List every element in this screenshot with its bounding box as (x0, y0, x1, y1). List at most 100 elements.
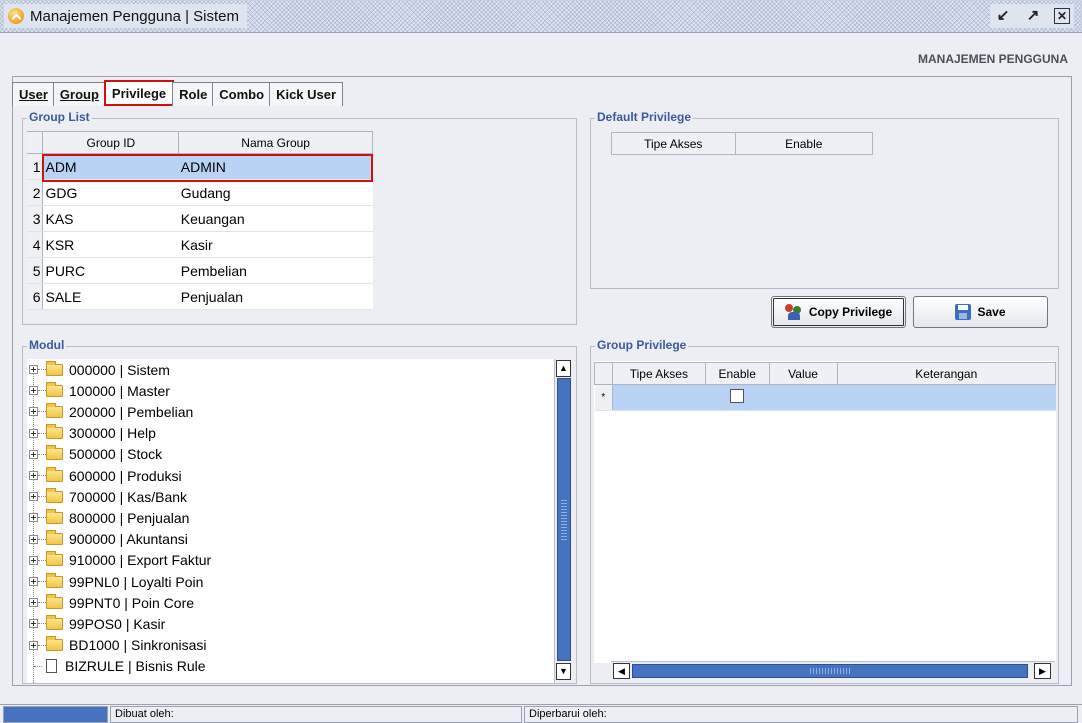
table-row[interactable]: 1 ADM ADMIN (27, 153, 373, 180)
tab-group[interactable]: Group (52, 82, 106, 106)
tree-connector (38, 538, 46, 540)
expand-plus-icon[interactable] (29, 577, 38, 586)
group-id-cell[interactable]: ADM (42, 153, 179, 180)
expand-plus-icon[interactable] (29, 492, 38, 502)
expand-plus-icon[interactable] (29, 449, 38, 459)
tree-item[interactable]: 99PNT0 | Poin Core (27, 592, 194, 613)
table-row[interactable]: 3 KAS Keuangan (27, 205, 373, 232)
tab-privilege[interactable]: Privilege (103, 80, 175, 106)
file-icon (46, 659, 57, 674)
scroll-down-icon[interactable]: ▼ (556, 663, 571, 680)
keterangan-cell[interactable] (837, 384, 1056, 411)
close-icon[interactable]: ✕ (1054, 8, 1070, 24)
column-header-tipe-akses[interactable]: Tipe Akses (611, 132, 736, 155)
expand-plus-icon[interactable] (29, 619, 38, 629)
tree-item[interactable]: 000000 | Sistem (27, 359, 170, 380)
column-header-nama-group[interactable]: Nama Group (178, 131, 373, 154)
column-header-value[interactable]: Value (768, 362, 838, 385)
expand-plus-icon[interactable] (29, 386, 38, 396)
scrollbar-thumb[interactable] (557, 378, 571, 661)
scroll-right-icon[interactable]: ▶ (1034, 663, 1051, 679)
tab-role[interactable]: Role (172, 82, 215, 106)
expand-plus-icon[interactable] (29, 428, 38, 438)
tree-item[interactable]: 99PNL0 | Loyalti Poin (27, 571, 203, 592)
expand-plus-icon[interactable] (29, 513, 38, 523)
folder-icon (46, 381, 63, 397)
tree-item[interactable]: 600000 | Produksi (27, 465, 182, 486)
tree-connector (38, 432, 46, 434)
group-privilege-horizontal-scrollbar[interactable]: ◀ ▶ (611, 661, 1055, 680)
copy-privilege-label: Copy Privilege (808, 305, 893, 319)
tree-item[interactable]: 500000 | Stock (27, 444, 162, 465)
group-name-cell[interactable]: Kasir (178, 231, 373, 258)
expand-plus-icon[interactable] (29, 598, 38, 608)
group-id-cell[interactable]: KSR (42, 231, 179, 258)
group-name-cell[interactable]: Keuangan (178, 205, 373, 232)
group-id-cell[interactable]: PURC (42, 257, 179, 284)
folder-icon (46, 360, 63, 376)
tree-item[interactable]: BD1000 | Sinkronisasi (27, 635, 206, 656)
scroll-left-icon[interactable]: ◀ (613, 663, 630, 679)
tree-item[interactable]: 900000 | Akuntansi (27, 529, 188, 550)
tree-item[interactable]: 910000 | Export Faktur (27, 550, 211, 571)
folder-icon (46, 636, 63, 652)
scroll-up-icon[interactable]: ▲ (556, 360, 571, 377)
tree-item[interactable]: 800000 | Penjualan (27, 507, 189, 528)
group-name-cell[interactable]: Gudang (178, 179, 373, 206)
group-name-cell[interactable]: ADMIN (178, 153, 373, 180)
group-id-cell[interactable]: SALE (42, 283, 179, 310)
status-progress (3, 706, 108, 723)
column-header-enable[interactable]: Enable (704, 362, 770, 385)
app-collapse-icon[interactable] (8, 8, 24, 24)
new-row[interactable]: * (594, 384, 1056, 411)
tab-user[interactable]: User (12, 82, 55, 106)
column-header-tipe-akses[interactable]: Tipe Akses (611, 362, 706, 385)
column-header-enable[interactable]: Enable (734, 132, 874, 155)
modul-vertical-scrollbar[interactable]: ▲ ▼ (554, 359, 573, 683)
table-row[interactable]: 6 SALE Penjualan (27, 283, 373, 310)
tree-connector (38, 390, 46, 392)
value-cell[interactable] (769, 384, 837, 411)
table-row[interactable]: 5 PURC Pembelian (27, 257, 373, 284)
window-titlebar[interactable]: Manajemen Pengguna | Sistem ↙︎ ↗︎ ✕ (0, 0, 1082, 33)
status-updated-by: Diperbarui oleh: (524, 706, 1078, 723)
copy-privilege-button[interactable]: Copy Privilege (771, 296, 906, 328)
tree-connector (38, 411, 46, 413)
expand-plus-icon[interactable] (29, 640, 38, 650)
folder-icon (46, 508, 63, 524)
tree-connector (38, 517, 46, 519)
group-id-cell[interactable]: KAS (42, 205, 179, 232)
tree-connector (38, 496, 46, 498)
group-id-cell[interactable]: GDG (42, 179, 179, 206)
expand-plus-icon[interactable] (29, 534, 38, 544)
enable-checkbox[interactable] (730, 389, 745, 403)
tree-item[interactable]: 100000 | Master (27, 380, 170, 401)
expand-plus-icon[interactable] (29, 471, 38, 480)
tree-item-label: 100000 | Master (69, 382, 170, 399)
column-header-group-id[interactable]: Group ID (42, 131, 180, 154)
modul-tree[interactable]: 000000 | Sistem 100000 | Master 200000 | P… (27, 359, 555, 683)
expand-plus-icon[interactable] (29, 407, 38, 417)
scrollbar-thumb-horizontal[interactable] (632, 664, 1028, 678)
expand-plus-icon[interactable] (29, 365, 38, 374)
tree-item[interactable]: 300000 | Help (27, 423, 156, 444)
row-header-corner (594, 362, 613, 385)
tree-item[interactable]: 200000 | Pembelian (27, 401, 193, 422)
column-header-keterangan[interactable]: Keterangan (836, 362, 1056, 385)
tipe-akses-cell[interactable] (612, 384, 706, 411)
expand-plus-icon[interactable] (29, 555, 38, 565)
table-row[interactable]: 4 KSR Kasir (27, 231, 373, 258)
group-name-cell[interactable]: Penjualan (178, 283, 373, 310)
tree-item-label: 200000 | Pembelian (69, 403, 194, 420)
group-name-cell[interactable]: Pembelian (178, 257, 373, 284)
minimize-icon[interactable]: ↙︎ (994, 7, 1012, 25)
tree-item[interactable]: 700000 | Kas/Bank (27, 486, 187, 507)
tree-item[interactable]: 99POS0 | Kasir (27, 613, 165, 634)
maximize-icon[interactable]: ↗︎ (1024, 7, 1042, 25)
save-button[interactable]: Save (913, 296, 1048, 328)
tab-kick-user[interactable]: Kick User (269, 82, 344, 106)
tree-item[interactable]: BIZRULE | Bisnis Rule (27, 656, 206, 677)
folder-icon (46, 614, 63, 630)
tab-combo[interactable]: Combo (212, 82, 272, 106)
table-row[interactable]: 2 GDG Gudang (27, 179, 373, 206)
